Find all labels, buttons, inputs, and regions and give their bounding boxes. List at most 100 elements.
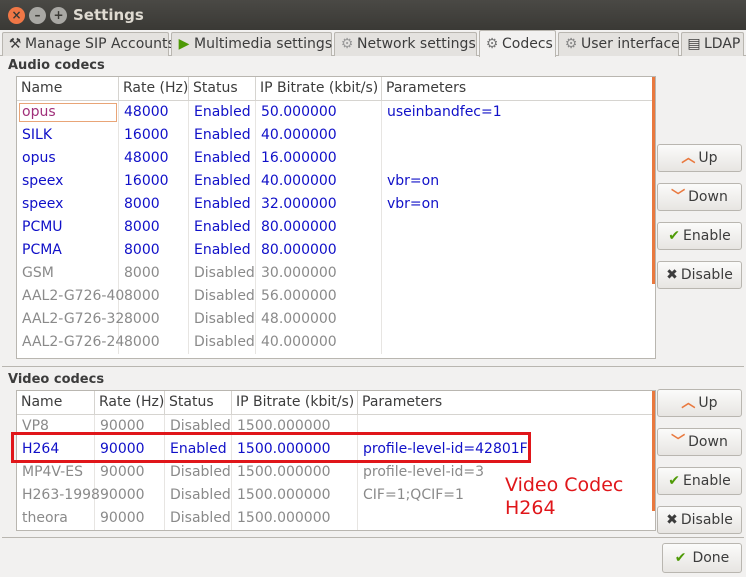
table-row[interactable]: opus 48000 Enabled 16.000000: [17, 147, 655, 170]
table-row[interactable]: AAL2-G726-40 8000 Disabled 56.000000: [17, 285, 655, 308]
network-gear-icon: ⚙: [340, 36, 354, 52]
column-header-parameters[interactable]: Parameters: [358, 391, 654, 415]
chevron-up-icon: ︿: [681, 150, 696, 166]
minimize-icon[interactable]: –: [29, 7, 46, 24]
column-header-bitrate[interactable]: IP Bitrate (kbit/s): [256, 77, 382, 101]
column-header-parameters[interactable]: Parameters: [382, 77, 654, 101]
cell-status: Enabled: [189, 170, 256, 193]
cell-status: Disabled: [189, 262, 256, 285]
audio-down-button[interactable]: ﹀ Down: [657, 183, 742, 211]
codec-icon: ⚙: [485, 36, 499, 52]
cell-bitrate: 56.000000: [256, 285, 382, 308]
h264-highlight-box: [11, 432, 531, 463]
footer-divider: [2, 537, 744, 538]
video-up-button[interactable]: ︿ Up: [657, 389, 742, 417]
play-icon: ▶: [178, 36, 190, 52]
scrollbar-indicator[interactable]: [652, 77, 655, 284]
check-icon: ✔: [674, 550, 687, 566]
table-row[interactable]: PCMU 8000 Enabled 80.000000: [17, 216, 655, 239]
cell-bitrate: 48.000000: [256, 308, 382, 331]
table-row[interactable]: speex 16000 Enabled 40.000000 vbr=on: [17, 170, 655, 193]
audio-codecs-table[interactable]: Name Rate (Hz) Status IP Bitrate (kbit/s…: [16, 76, 656, 359]
cell-status: Disabled: [189, 285, 256, 308]
column-header-bitrate[interactable]: IP Bitrate (kbit/s): [232, 391, 358, 415]
cell-bitrate: 80.000000: [256, 239, 382, 262]
video-enable-button[interactable]: ✔ Enable: [657, 467, 742, 495]
table-row[interactable]: SILK 16000 Enabled 40.000000: [17, 124, 655, 147]
cell-bitrate: 80.000000: [256, 216, 382, 239]
cell-bitrate: 40.000000: [256, 170, 382, 193]
table-row[interactable]: speex 8000 Enabled 32.000000 vbr=on: [17, 193, 655, 216]
close-icon[interactable]: ×: [8, 7, 25, 24]
cell-status: Enabled: [189, 193, 256, 216]
cell-bitrate: 1500.000000: [232, 484, 358, 507]
cell-status: Disabled: [189, 331, 256, 354]
cell-parameters: vbr=on: [387, 173, 440, 189]
cell-rate: 90000: [95, 461, 165, 484]
cell-parameters: [382, 147, 650, 170]
table-row[interactable]: AAL2-G726-24 8000 Disabled 40.000000: [17, 331, 655, 354]
cell-name: GSM: [17, 262, 119, 285]
x-icon: ✖: [666, 267, 678, 283]
done-button[interactable]: ✔ Done: [662, 543, 742, 573]
cell-parameters: [382, 262, 650, 285]
audio-disable-button[interactable]: ✖ Disable: [657, 261, 742, 289]
audio-up-button[interactable]: ︿ Up: [657, 144, 742, 172]
cell-bitrate: 40.000000: [256, 124, 382, 147]
cell-parameters: [382, 239, 650, 262]
cell-name: speex: [17, 193, 119, 216]
cell-name: PCMU: [17, 216, 119, 239]
cell-bitrate: 1500.000000: [232, 507, 358, 530]
video-down-button[interactable]: ﹀ Down: [657, 428, 742, 456]
scrollbar-indicator[interactable]: [652, 391, 655, 511]
cell-status: Disabled: [165, 507, 232, 530]
title-bar: × – + Settings: [0, 0, 746, 30]
cell-status: Disabled: [189, 308, 256, 331]
cell-status: Enabled: [189, 124, 256, 147]
tab-codecs[interactable]: ⚙ Codecs: [479, 30, 556, 57]
column-header-status[interactable]: Status: [189, 77, 256, 101]
gear-icon: ⚙: [564, 36, 578, 52]
column-header-name[interactable]: Name: [17, 391, 95, 415]
check-icon: ✔: [668, 473, 681, 489]
cell-rate: 8000: [119, 262, 189, 285]
tab-network-settings[interactable]: ⚙ Network settings: [334, 32, 477, 56]
tools-icon: ⚒: [8, 36, 22, 52]
cell-bitrate: 16.000000: [256, 147, 382, 170]
tab-multimedia-settings[interactable]: ▶ Multimedia settings: [171, 32, 332, 56]
tab-manage-sip-accounts[interactable]: ⚒ Manage SIP Accounts: [2, 32, 175, 56]
maximize-icon[interactable]: +: [50, 7, 67, 24]
cell-rate: 90000: [95, 507, 165, 530]
cell-parameters: [382, 285, 650, 308]
column-header-status[interactable]: Status: [165, 391, 232, 415]
column-header-rate[interactable]: Rate (Hz): [119, 77, 189, 101]
cell-name: opus: [17, 147, 119, 170]
cell-rate: 48000: [119, 147, 189, 170]
table-row[interactable]: AAL2-G726-32 8000 Disabled 48.000000: [17, 308, 655, 331]
column-header-name[interactable]: Name: [17, 77, 119, 101]
audio-enable-button[interactable]: ✔ Enable: [657, 222, 742, 250]
chevron-down-icon: ﹀: [671, 434, 686, 450]
cell-name: AAL2-G726-40: [17, 285, 124, 308]
cell-rate: 8000: [119, 285, 189, 308]
column-header-rate[interactable]: Rate (Hz): [95, 391, 165, 415]
audio-codecs-title: Audio codecs: [8, 58, 105, 73]
cell-name: speex: [17, 170, 119, 193]
table-row[interactable]: opus 48000 Enabled 50.000000 useinbandfec=1: [17, 101, 655, 124]
video-disable-button[interactable]: ✖ Disable: [657, 506, 742, 534]
table-row[interactable]: GSM 8000 Disabled 30.000000: [17, 262, 655, 285]
cell-rate: 48000: [119, 101, 189, 124]
cell-rate: 8000: [119, 193, 189, 216]
cell-bitrate: 32.000000: [256, 193, 382, 216]
annotation-label: Video Codec H264: [505, 474, 623, 520]
cell-status: Enabled: [189, 101, 256, 124]
table-row[interactable]: PCMA 8000 Enabled 80.000000: [17, 239, 655, 262]
tab-ldap[interactable]: ▤ LDAP: [681, 32, 744, 56]
check-icon: ✔: [668, 228, 681, 244]
annotation-line-1: Video Codec: [505, 474, 624, 496]
cell-status: Enabled: [189, 216, 256, 239]
tab-user-interface[interactable]: ⚙ User interface: [558, 32, 680, 56]
cell-name: AAL2-G726-32: [17, 308, 124, 331]
cell-rate: 16000: [119, 170, 189, 193]
cell-name: SILK: [17, 124, 119, 147]
